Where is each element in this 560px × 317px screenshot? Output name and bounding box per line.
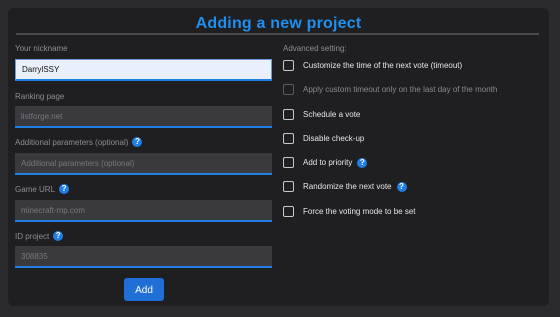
add-project-panel: Adding a new project Your nickname Ranki… — [8, 8, 549, 306]
option-randomize-vote-checkbox[interactable] — [283, 181, 294, 192]
ranking-input[interactable] — [15, 106, 272, 128]
add-button[interactable]: Add — [124, 278, 164, 301]
option-add-priority-label: Add to priority — [303, 158, 353, 167]
id-project-help-icon[interactable]: ? — [53, 231, 64, 241]
option-disable-checkup[interactable]: Disable check-up — [283, 132, 364, 145]
option-force-voting-mode-checkbox[interactable] — [283, 206, 294, 217]
ranking-label-text: Ranking page — [15, 92, 65, 101]
add-priority-help-icon[interactable]: ? — [357, 157, 368, 168]
randomize-vote-help-icon[interactable]: ? — [396, 181, 407, 192]
id-project-label: ID project ? — [15, 231, 64, 241]
game-url-input[interactable] — [15, 200, 272, 222]
id-project-input[interactable] — [15, 246, 272, 268]
option-force-voting-mode[interactable]: Force the voting mode to be set — [283, 205, 416, 218]
option-force-voting-mode-label: Force the voting mode to be set — [303, 207, 416, 216]
additional-params-help-icon[interactable]: ? — [132, 137, 143, 147]
additional-params-input[interactable] — [15, 153, 272, 175]
option-schedule-vote[interactable]: Schedule a vote — [283, 108, 360, 121]
option-randomize-vote-label: Randomize the next vote — [303, 182, 392, 191]
option-add-priority[interactable]: Add to priority ? — [283, 156, 368, 169]
page-title: Adding a new project — [195, 15, 362, 32]
advanced-settings-label: Advanced setting: — [283, 44, 347, 53]
title-divider — [16, 33, 539, 35]
additional-params-label: Additional parameters (optional) ? — [15, 137, 143, 147]
option-last-day-timeout: Apply custom timeout only on the last da… — [283, 83, 497, 96]
option-last-day-timeout-checkbox — [283, 84, 294, 95]
nickname-label: Your nickname — [15, 44, 68, 53]
option-customize-timeout-checkbox[interactable] — [283, 60, 294, 71]
game-url-label-text: Game URL — [15, 184, 56, 194]
game-url-help-icon[interactable]: ? — [59, 184, 70, 194]
option-customize-timeout-label: Customize the time of the next vote (tim… — [303, 61, 463, 70]
option-last-day-timeout-label: Apply custom timeout only on the last da… — [303, 85, 498, 94]
option-customize-timeout[interactable]: Customize the time of the next vote (tim… — [283, 59, 462, 72]
nickname-input[interactable] — [15, 59, 272, 81]
ranking-label: Ranking page — [15, 92, 64, 101]
additional-params-label-text: Additional parameters (optional) — [15, 137, 129, 147]
nickname-label-text: Your nickname — [15, 44, 68, 53]
option-schedule-vote-checkbox[interactable] — [283, 109, 294, 120]
option-disable-checkup-label: Disable check-up — [303, 134, 365, 143]
game-url-label: Game URL ? — [15, 184, 70, 194]
option-schedule-vote-label: Schedule a vote — [303, 110, 361, 119]
option-randomize-vote[interactable]: Randomize the next vote ? — [283, 180, 407, 193]
option-disable-checkup-checkbox[interactable] — [283, 133, 294, 144]
option-add-priority-checkbox[interactable] — [283, 157, 294, 168]
id-project-label-text: ID project — [15, 231, 50, 241]
